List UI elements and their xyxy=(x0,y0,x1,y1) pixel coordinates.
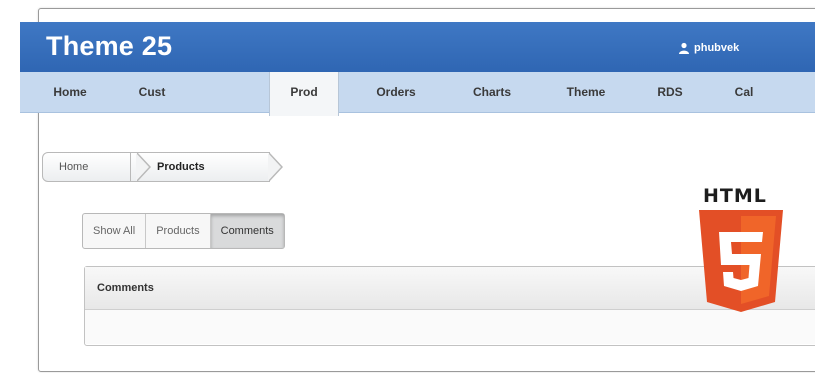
user-icon xyxy=(679,42,689,54)
tab-home[interactable]: Home xyxy=(34,72,106,112)
app-title: Theme 25 xyxy=(46,31,173,61)
breadcrumb: Home Products xyxy=(42,152,283,182)
comments-button[interactable]: Comments xyxy=(210,214,284,248)
user-name: phubvek xyxy=(694,42,740,54)
breadcrumb-end xyxy=(268,152,283,182)
breadcrumb-products-label: Products xyxy=(157,161,205,173)
tab-cal[interactable]: Cal xyxy=(714,72,774,112)
products-button[interactable]: Products xyxy=(146,214,211,248)
tab-cust[interactable]: Cust xyxy=(116,72,188,112)
tab-theme[interactable]: Theme xyxy=(546,72,626,112)
tab-charts[interactable]: Charts xyxy=(454,72,530,112)
html5-logo-text: HTML xyxy=(703,185,767,207)
main-nav: Home Cust Prod Orders Charts Theme RDS C… xyxy=(20,72,815,116)
filter-button-group: Show All Products Comments xyxy=(82,213,285,249)
tab-rds[interactable]: RDS xyxy=(636,72,704,112)
breadcrumb-separator xyxy=(136,152,151,182)
breadcrumb-home-label: Home xyxy=(59,161,89,173)
html5-logo xyxy=(699,210,783,312)
tab-prod[interactable]: Prod xyxy=(269,72,339,116)
breadcrumb-home[interactable]: Home xyxy=(42,152,151,182)
show-all-button[interactable]: Show All xyxy=(83,214,147,248)
user-menu[interactable]: phubvek xyxy=(678,42,739,54)
breadcrumb-products: Products xyxy=(130,152,283,182)
tab-orders[interactable]: Orders xyxy=(356,72,436,112)
panel-body xyxy=(85,310,815,344)
app-header: Theme 25 phubvek xyxy=(20,22,815,72)
